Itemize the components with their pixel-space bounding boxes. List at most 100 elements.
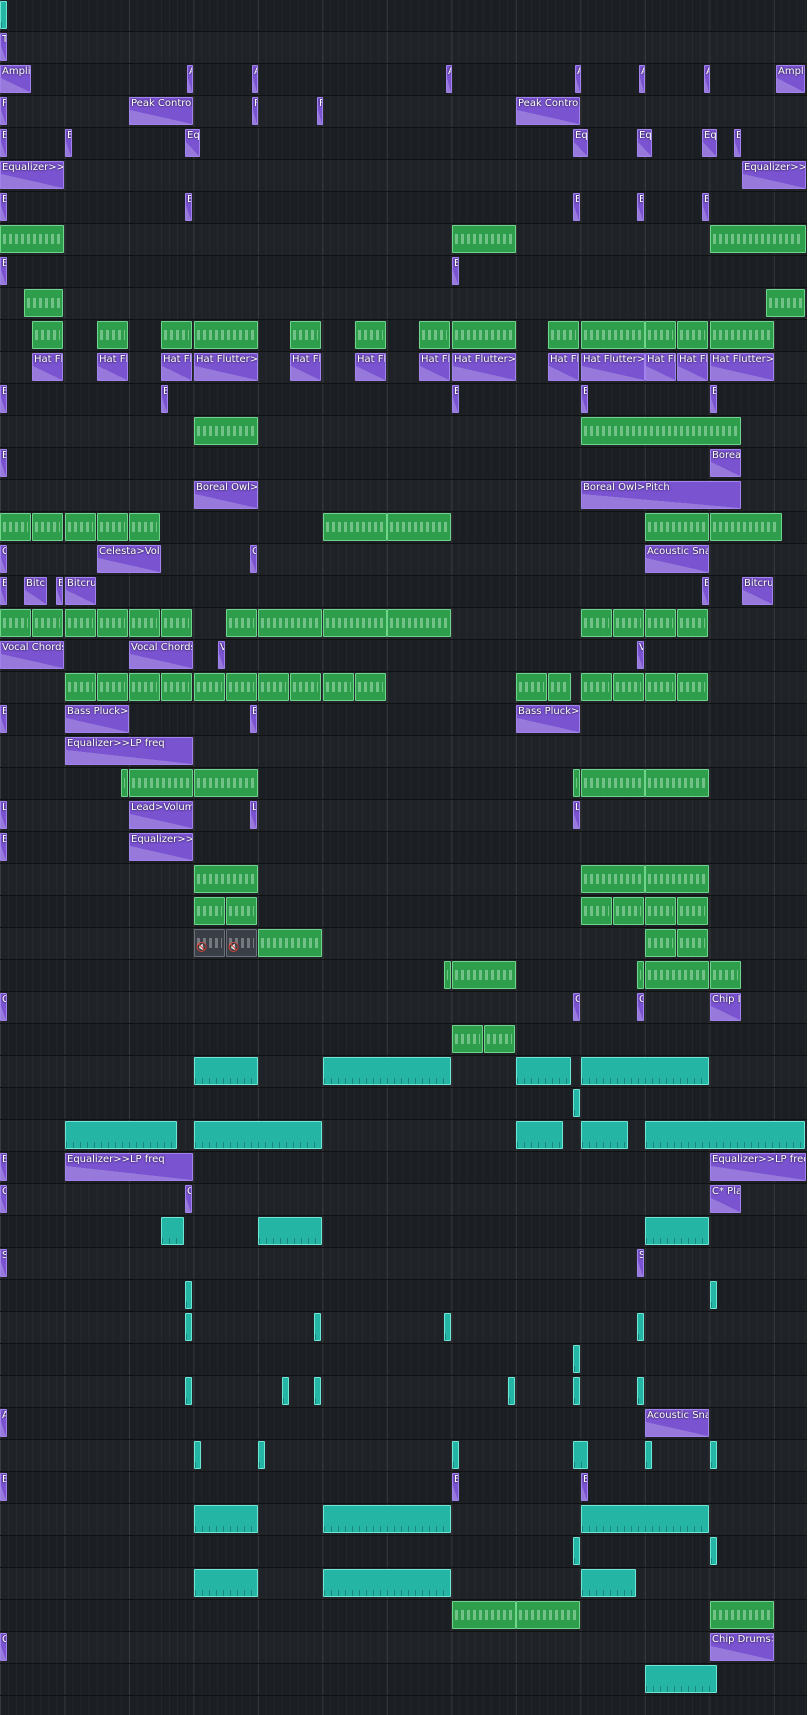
automation-clip[interactable]: C [0, 1633, 7, 1661]
track-lane[interactable]: Amplif A A A A A A Amplif [0, 64, 807, 96]
automation-clip[interactable]: C [250, 545, 257, 573]
playlist-arrangement[interactable]: T Amplif A A A A A A Amplif F Peak Control F F Peak C… [0, 0, 807, 1715]
automation-clip[interactable]: Hat Fl [677, 353, 708, 381]
pattern-clip[interactable] [290, 673, 321, 701]
automation-clip[interactable]: E [637, 193, 644, 221]
track-lane[interactable]: T [0, 32, 807, 64]
automation-clip[interactable]: Lead>Volum [129, 801, 193, 829]
track-lane[interactable] [0, 896, 807, 928]
pattern-clip[interactable] [129, 673, 160, 701]
pattern-clip[interactable] [637, 961, 644, 989]
automation-clip[interactable]: E [0, 1153, 7, 1181]
track-lane[interactable] [0, 1568, 807, 1600]
automation-clip[interactable]: C* Pla [710, 1185, 741, 1213]
pattern-clip[interactable] [645, 673, 676, 701]
pattern-clip[interactable] [65, 513, 96, 541]
audio-clip[interactable] [637, 1377, 644, 1405]
track-lane[interactable] [0, 960, 807, 992]
pattern-clip[interactable] [613, 897, 644, 925]
pattern-clip[interactable] [444, 961, 451, 989]
pattern-clip[interactable] [613, 609, 644, 637]
pattern-clip[interactable] [710, 513, 782, 541]
audio-clip[interactable] [161, 1217, 184, 1245]
track-lane[interactable]: SS [0, 1248, 807, 1280]
pattern-clip[interactable] [24, 289, 63, 317]
pattern-clip[interactable] [419, 321, 450, 349]
automation-clip[interactable]: C [0, 545, 7, 573]
automation-clip[interactable]: E [452, 385, 459, 413]
pattern-clip[interactable] [548, 673, 571, 701]
track-lane[interactable]: E Bitcr E Bitcru E Bitcru [0, 576, 807, 608]
automation-clip[interactable]: Equalizer>>LP freq [65, 1153, 193, 1181]
pattern-clip[interactable] [710, 1601, 774, 1629]
automation-clip[interactable]: Celesta>Volu [97, 545, 161, 573]
audio-clip[interactable] [573, 1537, 580, 1565]
automation-clip[interactable]: F [0, 97, 7, 125]
track-lane[interactable] [0, 512, 807, 544]
pattern-clip[interactable] [323, 609, 387, 637]
pattern-clip[interactable] [452, 1601, 516, 1629]
automation-clip[interactable]: Peak Control [129, 97, 193, 125]
track-lane[interactable] [0, 1440, 807, 1472]
track-lane[interactable] [0, 864, 807, 896]
track-lane[interactable]: Hat Fl Hat Fl Hat Fl Hat Flutter> Hat Fl Hat … [0, 352, 807, 384]
audio-clip[interactable] [314, 1377, 321, 1405]
pattern-clip[interactable] [484, 1025, 515, 1053]
automation-clip[interactable]: E [581, 1473, 588, 1501]
track-lane[interactable]: EE [0, 256, 807, 288]
automation-clip[interactable]: E [0, 705, 7, 733]
automation-clip[interactable]: V [637, 641, 644, 669]
audio-clip[interactable] [645, 1121, 805, 1149]
automation-clip[interactable]: Acoustic Sna [645, 1409, 709, 1437]
automation-clip[interactable]: Equalizer>>LP [742, 161, 806, 189]
automation-clip[interactable]: E [0, 449, 7, 477]
track-lane[interactable]: C C C Chip L [0, 992, 807, 1024]
automation-clip[interactable]: E [0, 385, 7, 413]
pattern-clip[interactable] [677, 929, 708, 957]
automation-clip[interactable]: Hat Fl [419, 353, 450, 381]
automation-clip[interactable]: C [637, 993, 644, 1021]
automation-clip[interactable]: Hat Flutter> [452, 353, 516, 381]
automation-clip[interactable]: Chip Drums> [710, 1633, 774, 1661]
automation-clip[interactable]: S [637, 1249, 644, 1277]
automation-clip[interactable]: E [0, 193, 7, 221]
track-lane[interactable]: A Acoustic Sna [0, 1408, 807, 1440]
pattern-clip[interactable] [0, 513, 31, 541]
track-lane[interactable] [0, 672, 807, 704]
audio-clip[interactable] [645, 1441, 652, 1469]
pattern-clip[interactable] [161, 673, 192, 701]
track-lane[interactable] [0, 1504, 807, 1536]
automation-clip[interactable]: E [185, 193, 192, 221]
audio-clip[interactable] [645, 1217, 709, 1245]
pattern-clip[interactable] [710, 961, 741, 989]
audio-clip[interactable] [573, 1377, 580, 1405]
track-lane[interactable]: Boreal Owl> Boreal Owl>Pitch [0, 480, 807, 512]
automation-clip[interactable]: Eq [637, 129, 652, 157]
pattern-clip[interactable] [97, 321, 128, 349]
pattern-clip[interactable] [387, 609, 451, 637]
automation-clip[interactable]: L [0, 801, 7, 829]
audio-clip[interactable] [710, 1441, 717, 1469]
track-lane[interactable]: C Chip Drums> [0, 1632, 807, 1664]
track-lane[interactable] [0, 1056, 807, 1088]
automation-clip[interactable]: Equalizer>>LP [0, 161, 64, 189]
track-lane[interactable]: L Lead>Volum L L [0, 800, 807, 832]
pattern-clip[interactable] [194, 417, 258, 445]
automation-clip[interactable]: Hat Fl [290, 353, 321, 381]
audio-clip[interactable] [452, 1441, 459, 1469]
automation-clip[interactable]: L [573, 801, 580, 829]
automation-clip[interactable]: Hat Flutter> [581, 353, 645, 381]
automation-clip[interactable]: A [639, 65, 645, 93]
audio-clip[interactable] [258, 1217, 322, 1245]
pattern-clip[interactable] [581, 865, 645, 893]
audio-clip[interactable] [581, 1569, 636, 1597]
automation-clip[interactable]: Vocal Chords [0, 641, 64, 669]
pattern-clip[interactable] [573, 769, 580, 797]
pattern-clip[interactable] [97, 609, 128, 637]
track-lane[interactable]: C C C* Pla [0, 1184, 807, 1216]
automation-clip[interactable]: Boreal Owl>Pitch [581, 481, 741, 509]
automation-clip[interactable]: Equalizer>>LP freq [65, 737, 193, 765]
pattern-clip[interactable] [290, 321, 321, 349]
pattern-clip[interactable] [194, 769, 258, 797]
audio-clip[interactable] [194, 1441, 201, 1469]
